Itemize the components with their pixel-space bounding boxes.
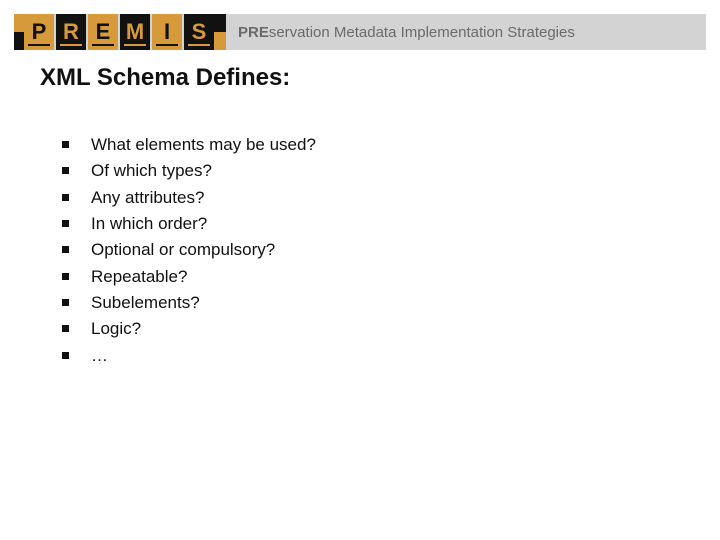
list-item: Repeatable? (62, 264, 316, 290)
logo-letters: P R E M I S (24, 14, 216, 50)
logo-letter: P (24, 14, 54, 50)
bullet-icon (62, 246, 69, 253)
slide-title: XML Schema Defines: (40, 64, 290, 92)
logo-letter: R (56, 14, 86, 50)
list-item-text: … (91, 343, 108, 369)
bullet-icon (62, 141, 69, 148)
slide: P R E M I S PREservation Metadata Implem… (0, 0, 720, 540)
bullet-icon (62, 194, 69, 201)
tagline-rest: servation Metadata Implementation Strate… (269, 24, 575, 41)
logo-stripe-right (214, 14, 226, 50)
list-item-text: In which order? (91, 211, 207, 237)
bullet-icon (62, 220, 69, 227)
list-item: Subelements? (62, 290, 316, 316)
list-item: What elements may be used? (62, 132, 316, 158)
list-item: Any attributes? (62, 185, 316, 211)
list-item: Logic? (62, 316, 316, 342)
list-item: … (62, 343, 316, 369)
list-item: Optional or compulsory? (62, 237, 316, 263)
bullet-icon (62, 325, 69, 332)
list-item-text: Logic? (91, 316, 141, 342)
bullet-icon (62, 273, 69, 280)
list-item: Of which types? (62, 158, 316, 184)
list-item-text: Of which types? (91, 158, 212, 184)
list-item-text: Any attributes? (91, 185, 204, 211)
logo-letter: M (120, 14, 150, 50)
list-item-text: What elements may be used? (91, 132, 316, 158)
logo-stripe-left (14, 14, 24, 50)
list-item: In which order? (62, 211, 316, 237)
bullet-icon (62, 167, 69, 174)
list-item-text: Optional or compulsory? (91, 237, 275, 263)
bullet-icon (62, 299, 69, 306)
bullet-list: What elements may be used? Of which type… (62, 132, 316, 369)
header-bar: P R E M I S PREservation Metadata Implem… (14, 14, 706, 50)
list-item-text: Subelements? (91, 290, 200, 316)
list-item-text: Repeatable? (91, 264, 187, 290)
logo-letter: I (152, 14, 182, 50)
header-tagline: PREservation Metadata Implementation Str… (238, 24, 575, 41)
logo-letter: S (184, 14, 214, 50)
logo-letter: E (88, 14, 118, 50)
premis-logo: P R E M I S (14, 14, 226, 50)
tagline-bold: PRE (238, 24, 269, 41)
bullet-icon (62, 352, 69, 359)
